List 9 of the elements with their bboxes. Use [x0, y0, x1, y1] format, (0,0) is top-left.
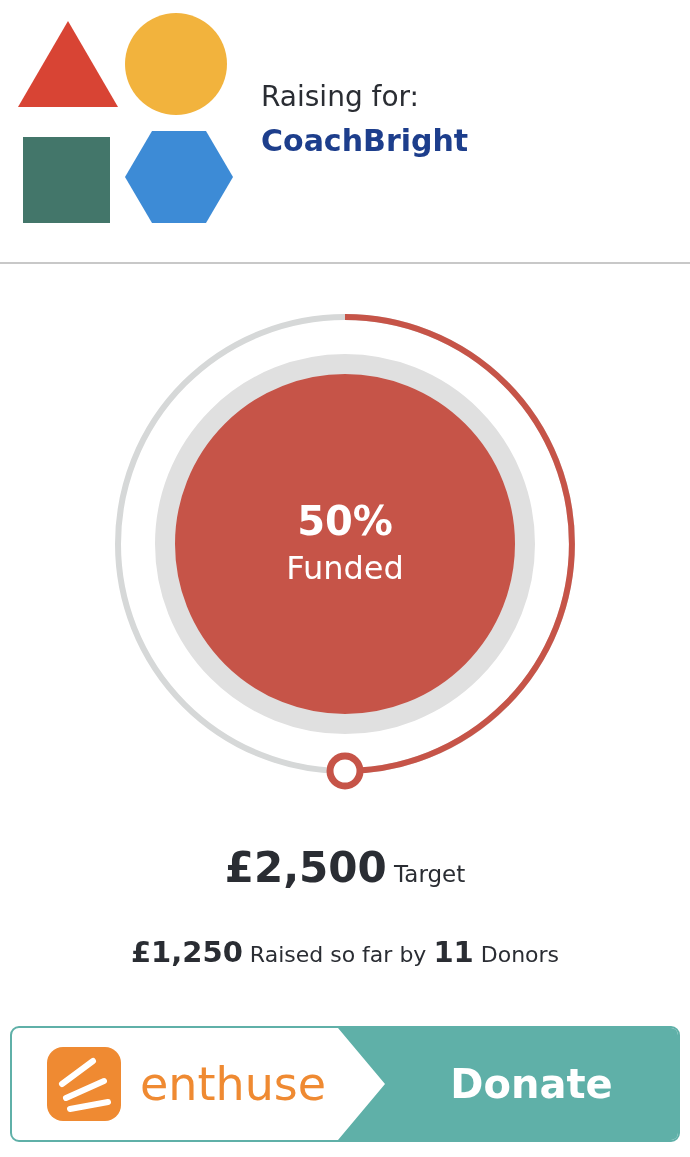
raising-for-label: Raising for: [261, 79, 420, 115]
target-amount: £2,500 Target [223, 843, 467, 894]
organisation-name: CoachBright [261, 122, 469, 160]
brand-logo-icon [47, 1047, 121, 1121]
raised-summary: £1,250 Raised so far by 11 Donors [129, 934, 561, 971]
funded-percent: 50% [297, 497, 393, 545]
brand-name: enthuse [140, 1056, 327, 1112]
donate-button[interactable]: Donate [338, 1028, 678, 1140]
funded-label: Funded [286, 548, 404, 589]
